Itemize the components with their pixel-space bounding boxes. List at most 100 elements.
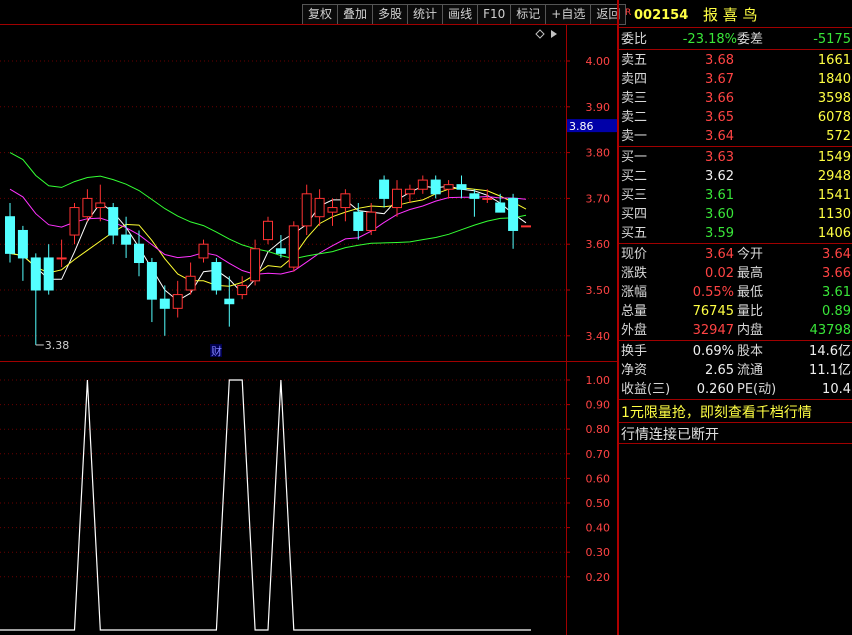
candle-body[interactable] bbox=[43, 257, 54, 291]
fin-label: 股本 bbox=[737, 344, 764, 359]
bid-price: 3.62 bbox=[705, 169, 734, 184]
ask-label: 卖二 bbox=[621, 110, 648, 125]
stat-label: 内盘 bbox=[737, 323, 764, 338]
toolbar-button-2[interactable]: 多股 bbox=[372, 4, 408, 25]
fin-value: 0.260 bbox=[696, 382, 734, 397]
bid-row: 买三 3.61 1541 bbox=[619, 186, 852, 205]
stock-code: 002154 bbox=[634, 8, 689, 23]
toolbar-button-7[interactable]: +自选 bbox=[545, 4, 591, 25]
candle-body[interactable] bbox=[353, 211, 364, 231]
stock-header: R 002154 报 喜 鸟 bbox=[619, 6, 852, 26]
bid-volume: 1549 bbox=[817, 150, 851, 165]
candle-body[interactable] bbox=[95, 202, 106, 209]
candle-body[interactable] bbox=[159, 298, 170, 309]
toolbar-button-4[interactable]: 画线 bbox=[442, 4, 478, 25]
fin-row: 净资 2.65 流通 11.1亿 bbox=[619, 361, 852, 380]
stat-label: 涨跌 bbox=[621, 266, 648, 281]
candle-body[interactable] bbox=[379, 179, 390, 199]
y-tick-label: 1.00 bbox=[586, 374, 611, 387]
candle-body[interactable] bbox=[250, 248, 261, 282]
candle-body[interactable] bbox=[263, 220, 273, 241]
candle-body[interactable] bbox=[508, 197, 519, 231]
candle-body[interactable] bbox=[340, 193, 351, 209]
candle-body[interactable] bbox=[185, 275, 196, 291]
candle-body[interactable] bbox=[430, 179, 441, 195]
bid-volume: 1406 bbox=[817, 226, 851, 241]
candle-body[interactable] bbox=[469, 193, 480, 199]
candle-body[interactable] bbox=[301, 193, 312, 227]
candle-body[interactable] bbox=[443, 184, 454, 190]
promo-link[interactable]: 1元限量抢，即刻查看千档行情 bbox=[621, 402, 812, 422]
stat-value: 3.64 bbox=[822, 247, 851, 262]
y-tick-label: 0.50 bbox=[586, 497, 611, 510]
bid-price: 3.59 bbox=[705, 226, 734, 241]
price-flag-label: 3.86 bbox=[569, 120, 594, 133]
candle-body[interactable] bbox=[17, 229, 28, 259]
quote-panel: R 002154 报 喜 鸟 委比 -23.18% 委差 -5175 卖五 3.6… bbox=[619, 0, 852, 635]
ask-price: 3.64 bbox=[705, 129, 734, 144]
candle-body[interactable] bbox=[417, 179, 428, 190]
y-tick-label: 3.50 bbox=[586, 284, 611, 297]
stat-row: 涨跌 0.02 最高 3.66 bbox=[619, 264, 852, 283]
bid-label: 买四 bbox=[621, 207, 648, 222]
kline-chart[interactable]: 4.00 3.90 3.80 3.70 3.60 3.50 3.40 3.86 3.38 财 bbox=[0, 24, 619, 362]
ask-price: 3.65 bbox=[705, 110, 734, 125]
fin-value: 10.4 bbox=[822, 382, 851, 397]
candle-body[interactable] bbox=[482, 197, 493, 200]
candle-body[interactable] bbox=[521, 225, 531, 228]
stat-value: 3.64 bbox=[705, 247, 734, 262]
candle-body[interactable] bbox=[314, 197, 325, 218]
candle-body[interactable] bbox=[5, 216, 15, 254]
candle-body[interactable] bbox=[121, 234, 132, 245]
candle-body[interactable] bbox=[392, 188, 402, 209]
y-tick-label: 0.80 bbox=[586, 423, 611, 436]
candle-body[interactable] bbox=[288, 225, 299, 268]
candle-body[interactable] bbox=[275, 248, 286, 254]
margin-badge: R bbox=[625, 8, 632, 18]
ask-price: 3.68 bbox=[705, 53, 734, 68]
toolbar-button-3[interactable]: 统计 bbox=[407, 4, 443, 25]
event-marker[interactable]: 财 bbox=[211, 344, 222, 358]
indicator-chart[interactable]: 1.00 0.90 0.80 0.70 0.60 0.50 0.40 0.30 0.20 bbox=[0, 362, 619, 635]
bid-price: 3.61 bbox=[705, 188, 734, 203]
y-tick-label: 0.90 bbox=[586, 399, 611, 412]
candle-body[interactable] bbox=[108, 207, 119, 236]
candle-body[interactable] bbox=[404, 188, 415, 195]
fin-label: PE(动) bbox=[737, 382, 777, 397]
candle-body[interactable] bbox=[211, 262, 222, 291]
stat-row: 现价 3.64 今开 3.64 bbox=[619, 245, 852, 264]
candle-body[interactable] bbox=[224, 298, 235, 305]
stat-value: 0.89 bbox=[822, 304, 851, 319]
candle-body[interactable] bbox=[495, 202, 506, 213]
stat-value: 3.61 bbox=[822, 285, 851, 300]
ask-row: 卖一 3.64 572 bbox=[619, 127, 852, 146]
y-tick-label: 4.00 bbox=[586, 55, 611, 68]
candle-body[interactable] bbox=[198, 243, 209, 259]
candle-body[interactable] bbox=[30, 257, 41, 291]
bid-label: 买三 bbox=[621, 188, 648, 203]
candle-body[interactable] bbox=[134, 243, 144, 264]
ask-volume: 1840 bbox=[817, 72, 851, 87]
candle-body[interactable] bbox=[327, 207, 338, 213]
bid-volume: 2948 bbox=[817, 169, 851, 184]
candle-body[interactable] bbox=[237, 284, 248, 296]
ask-label: 卖三 bbox=[621, 91, 648, 106]
toolbar-button-0[interactable]: 复权 bbox=[302, 4, 338, 25]
candle-body[interactable] bbox=[366, 211, 377, 231]
weicha-label: 委差 bbox=[737, 32, 764, 47]
ask-label: 卖四 bbox=[621, 72, 648, 87]
bid-volume: 1541 bbox=[817, 188, 851, 203]
toolbar-button-6[interactable]: 标记 bbox=[510, 4, 546, 25]
toolbar-button-5[interactable]: F10 bbox=[477, 4, 511, 25]
stat-value: 76745 bbox=[692, 304, 734, 319]
candle-body[interactable] bbox=[172, 294, 183, 309]
toolbar-button-1[interactable]: 叠加 bbox=[337, 4, 373, 25]
candle-body[interactable] bbox=[82, 197, 93, 218]
candle-body[interactable] bbox=[146, 262, 157, 300]
candle-body[interactable] bbox=[69, 207, 80, 236]
fin-value: 2.65 bbox=[705, 363, 734, 378]
weibi-value: -23.18% bbox=[682, 32, 737, 47]
candle-body[interactable] bbox=[456, 184, 467, 190]
candle-body[interactable] bbox=[56, 257, 67, 260]
fin-value: 0.69% bbox=[692, 344, 734, 359]
